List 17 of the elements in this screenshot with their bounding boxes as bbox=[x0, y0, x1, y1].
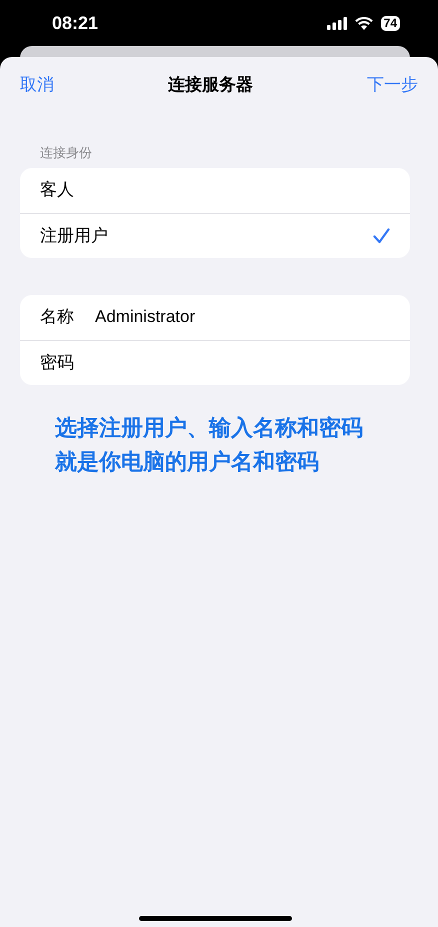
clock-time: 08:21 bbox=[52, 12, 98, 34]
option-label: 注册用户 bbox=[40, 224, 108, 247]
option-label: 客人 bbox=[40, 179, 74, 202]
field-label: 名称 bbox=[40, 306, 75, 328]
option-row[interactable]: 注册用户 bbox=[20, 212, 410, 258]
signal-icon bbox=[326, 16, 347, 30]
input-field[interactable]: Administrator bbox=[95, 304, 390, 330]
next-button[interactable]: 下一步 bbox=[367, 72, 418, 98]
field-label: 密码 bbox=[40, 352, 75, 374]
battery-level: 74 bbox=[380, 16, 400, 30]
sheet-title: 连接服务器 bbox=[168, 74, 253, 96]
annotation-text: 选择注册用户、输入名称和密码 就是你电脑的用户名和密码 bbox=[54, 414, 364, 476]
home-indicator[interactable] bbox=[139, 916, 292, 921]
wifi-icon bbox=[354, 16, 373, 30]
cancel-button[interactable]: 取消 bbox=[20, 72, 54, 98]
option-row[interactable]: 客人 bbox=[20, 168, 410, 212]
section-header: 连接身份 bbox=[39, 144, 93, 162]
